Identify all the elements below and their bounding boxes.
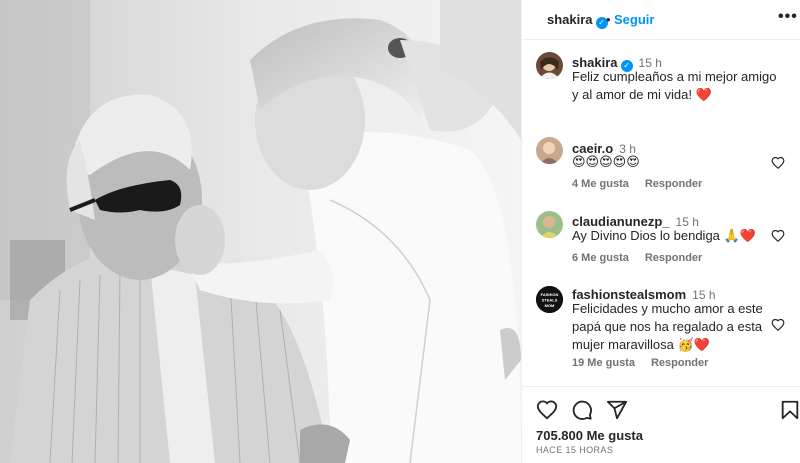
post-header: shakira ✓ • Seguir ••• [522, 0, 800, 40]
more-options-icon[interactable]: ••• [778, 8, 798, 26]
reply-button[interactable]: Responder [645, 178, 702, 190]
avatar-fashionstealsmom[interactable]: FASHION STEALS MOM [536, 286, 563, 313]
comment-text: Ay Divino Dios lo bendiga 🙏❤️ [572, 228, 756, 243]
post-username-link[interactable]: shakira ✓ [547, 12, 608, 29]
svg-text:MOM: MOM [545, 303, 555, 308]
save-bookmark-icon[interactable] [779, 399, 800, 421]
comment-meta: 6 Me gusta Responder [572, 252, 718, 264]
caption-text: Feliz cumpleaños a mi mejor amigo y al a… [572, 69, 777, 102]
follow-button[interactable]: Seguir [614, 12, 654, 27]
like-comment-heart-icon[interactable] [771, 156, 785, 170]
reply-button[interactable]: Responder [645, 252, 702, 264]
comment-meta: 4 Me gusta Responder [572, 178, 718, 190]
comment-icon[interactable] [571, 399, 593, 421]
like-comment-heart-icon[interactable] [771, 318, 785, 332]
like-comment-heart-icon[interactable] [771, 229, 785, 243]
comment-meta: 19 Me gusta Responder [572, 357, 724, 369]
post-photo[interactable] [0, 0, 521, 463]
post-actions: 705.800 Me gusta HACE 15 HORAS [522, 386, 800, 463]
separator-dot: • [606, 12, 611, 27]
share-icon[interactable] [606, 399, 628, 421]
comment-likes[interactable]: 19 Me gusta [572, 357, 635, 369]
likes-count[interactable]: 705.800 Me gusta [536, 428, 643, 443]
photo-image [0, 0, 521, 463]
like-heart-icon[interactable] [536, 399, 558, 421]
svg-text:FASHION: FASHION [541, 292, 559, 297]
post-sidebar: shakira ✓ • Seguir ••• shakira ✓ 15 h Feliz… [521, 0, 800, 463]
svg-text:STEALS: STEALS [542, 298, 558, 303]
avatar-shakira[interactable] [536, 52, 563, 79]
avatar-caeir-o[interactable] [536, 137, 563, 164]
comment-text: 😍😍😍😍😍 [572, 154, 640, 169]
comment-likes[interactable]: 4 Me gusta [572, 178, 629, 190]
post-date: HACE 15 HORAS [536, 445, 614, 455]
reply-button[interactable]: Responder [651, 357, 708, 369]
comment-text: Felicidades y mucho amor a este papá que… [572, 301, 763, 352]
comment-likes[interactable]: 6 Me gusta [572, 252, 629, 264]
avatar-claudianunezp[interactable] [536, 211, 563, 238]
